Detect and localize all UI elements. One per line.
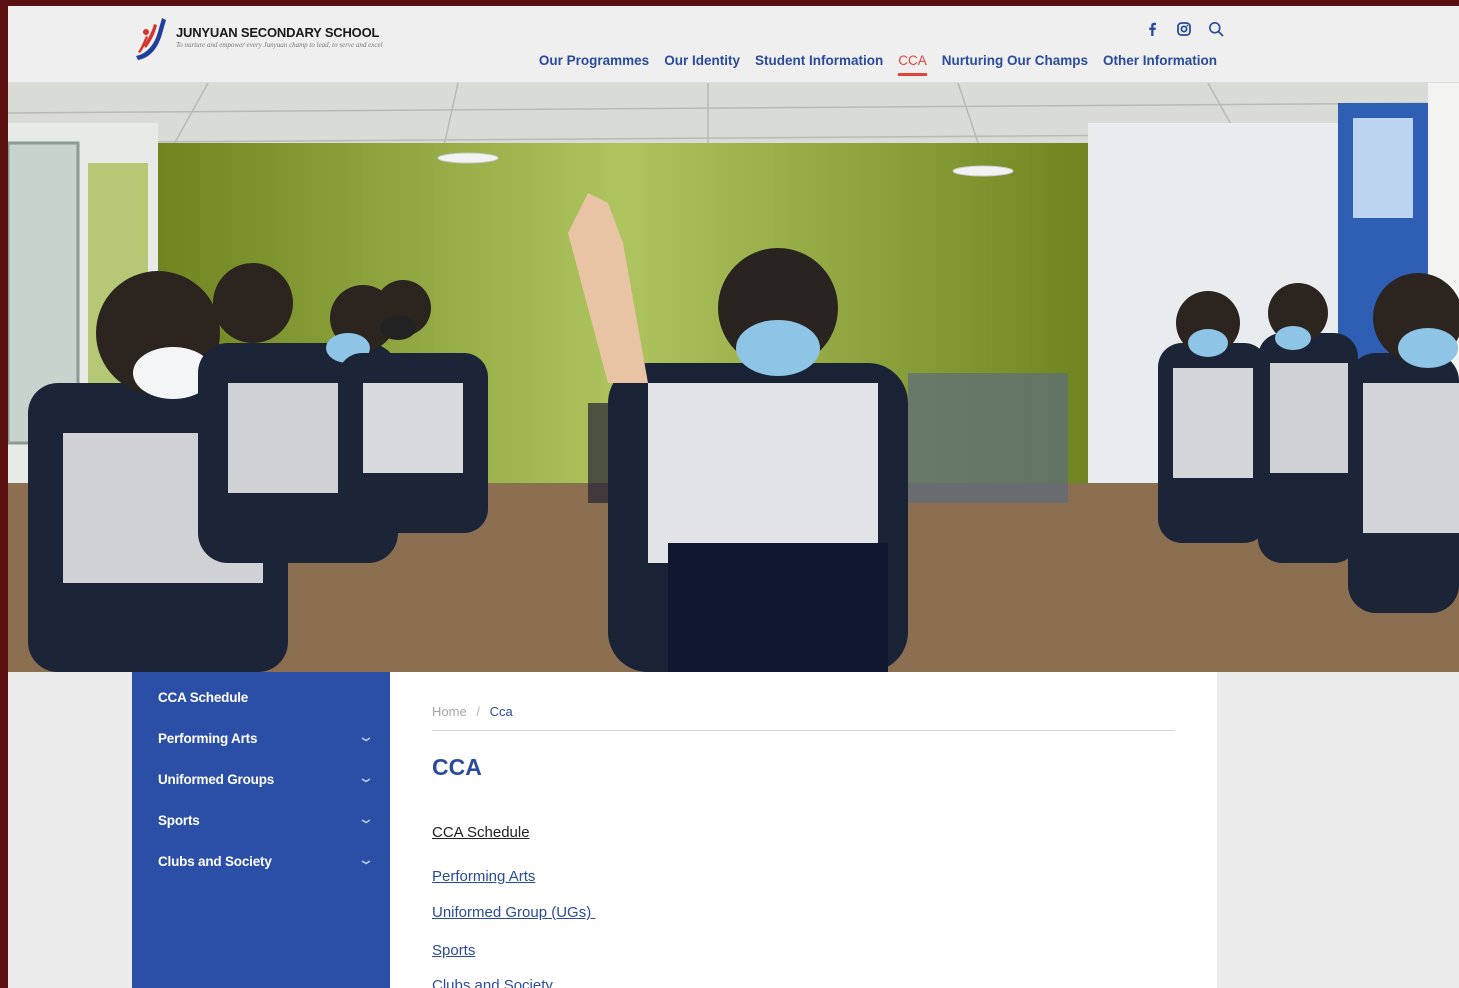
school-crest-icon xyxy=(136,18,166,60)
school-name: JUNYUAN SECONDARY SCHOOL xyxy=(176,25,380,40)
page-title: CCA xyxy=(432,754,482,780)
chevron-down-icon[interactable] xyxy=(360,815,372,827)
school-logo[interactable]: JUNYUAN SECONDARY SCHOOL To nurture and … xyxy=(132,16,402,62)
chevron-down-icon[interactable] xyxy=(360,856,372,868)
social-links xyxy=(1143,20,1225,38)
nav-cca[interactable]: CCA xyxy=(898,53,927,76)
link-clubs-and-society[interactable]: Clubs and Society xyxy=(432,977,553,988)
nav-student-information[interactable]: Student Information xyxy=(755,53,883,76)
browser-viewport: JUNYUAN SECONDARY SCHOOL To nurture and … xyxy=(8,6,1459,988)
sidebar-item-label: CCA Schedule xyxy=(158,690,249,705)
search-icon[interactable] xyxy=(1207,20,1225,38)
sidebar-item-label: Sports xyxy=(158,813,200,828)
facebook-icon[interactable] xyxy=(1143,20,1161,38)
nav-nurturing-our-champs[interactable]: Nurturing Our Champs xyxy=(942,53,1088,76)
sidebar-item-label: Performing Arts xyxy=(158,731,258,746)
link-uniformed-group[interactable]: Uniformed Group (UGs) xyxy=(432,904,595,921)
sidebar-item-clubs-and-society[interactable]: Clubs and Society xyxy=(132,854,390,895)
cca-sidebar: CCA Schedule Performing Arts Uniformed G… xyxy=(132,672,390,988)
link-performing-arts[interactable]: Performing Arts xyxy=(432,868,535,885)
school-tagline: To nurture and empower every Junyuan cha… xyxy=(176,41,383,49)
link-sports[interactable]: Sports xyxy=(432,942,475,959)
nav-our-programmes[interactable]: Our Programmes xyxy=(539,53,649,76)
link-cca-schedule[interactable]: CCA Schedule xyxy=(432,824,530,841)
main-nav: Our Programmes Our Identity Student Info… xyxy=(539,53,1217,76)
sidebar-item-label: Clubs and Society xyxy=(158,854,272,869)
instagram-icon[interactable] xyxy=(1175,20,1193,38)
sidebar-item-performing-arts[interactable]: Performing Arts xyxy=(132,731,390,772)
nav-other-information[interactable]: Other Information xyxy=(1103,53,1217,76)
nav-our-identity[interactable]: Our Identity xyxy=(664,53,740,76)
breadcrumb-current: Cca xyxy=(489,704,513,719)
chevron-down-icon[interactable] xyxy=(360,774,372,786)
chevron-down-icon[interactable] xyxy=(360,733,372,745)
hero-banner-image xyxy=(8,83,1459,672)
sidebar-item-label: Uniformed Groups xyxy=(158,772,275,787)
main-content: Home / Cca CCA CCA Schedule Performing A… xyxy=(390,672,1217,988)
breadcrumb-home[interactable]: Home xyxy=(432,704,467,719)
sidebar-item-sports[interactable]: Sports xyxy=(132,813,390,854)
site-header: JUNYUAN SECONDARY SCHOOL To nurture and … xyxy=(8,6,1459,83)
sidebar-item-cca-schedule[interactable]: CCA Schedule xyxy=(132,690,390,731)
breadcrumb-separator: / xyxy=(476,704,480,719)
breadcrumb: Home / Cca xyxy=(432,704,513,719)
breadcrumb-divider xyxy=(432,730,1175,731)
sidebar-item-uniformed-groups[interactable]: Uniformed Groups xyxy=(132,772,390,813)
